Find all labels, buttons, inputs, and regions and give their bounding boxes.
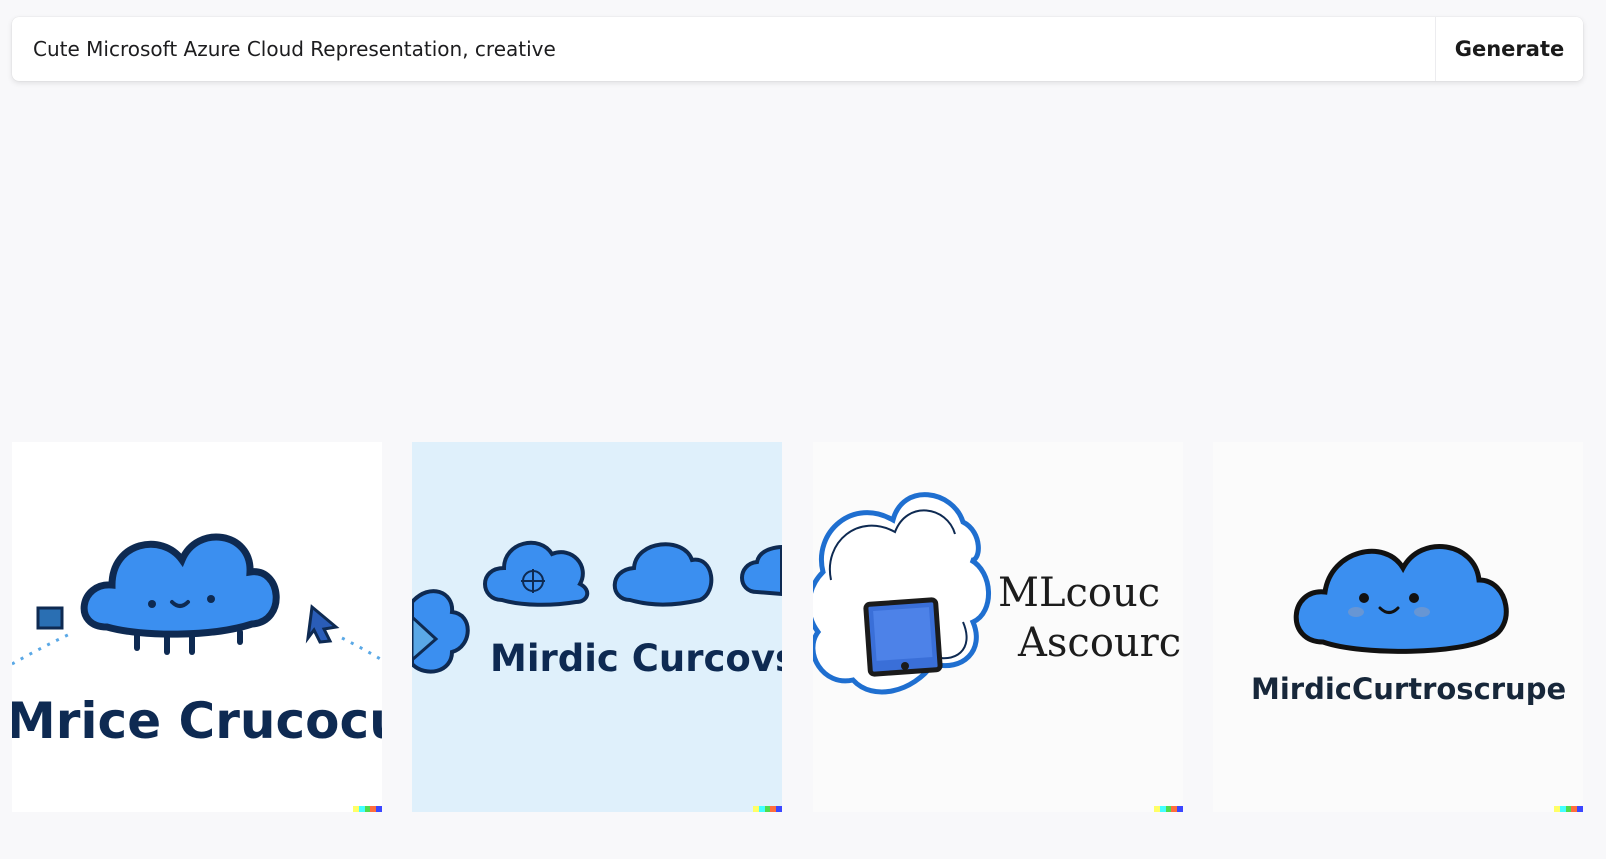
result-image-2[interactable]: Mirdic Curcovsi: [412, 442, 782, 812]
result-image-3[interactable]: MLcouc Ascourc: [813, 442, 1183, 812]
tile-caption-3-line2: Ascourc: [1018, 620, 1182, 666]
tile-caption-2: Mirdic Curcovsi: [490, 637, 782, 680]
result-image-1[interactable]: Mrice Crucocubi: [12, 442, 382, 812]
watermark-icon: [1154, 806, 1183, 812]
prompt-input[interactable]: [12, 17, 1435, 81]
watermark-icon: [353, 806, 382, 812]
tile-caption-4: MirdicCurtroscrupe: [1251, 672, 1567, 706]
watermark-icon: [1554, 806, 1583, 812]
generate-button[interactable]: Generate: [1435, 17, 1583, 81]
tile-caption-3-line1: MLcouc: [998, 570, 1161, 616]
results-grid: Mrice Crucocubi Mirdic Curcovsi: [12, 442, 1583, 812]
prompt-bar: Generate: [12, 17, 1583, 81]
result-image-4[interactable]: MirdicCurtroscrupe: [1213, 442, 1583, 812]
cloud-illustration-2: [412, 442, 782, 812]
tile-caption-1: Mrice Crucocubi: [12, 692, 382, 750]
cloud-illustration-4: [1213, 442, 1583, 812]
cloud-illustration-1: [12, 442, 382, 812]
watermark-icon: [753, 806, 782, 812]
